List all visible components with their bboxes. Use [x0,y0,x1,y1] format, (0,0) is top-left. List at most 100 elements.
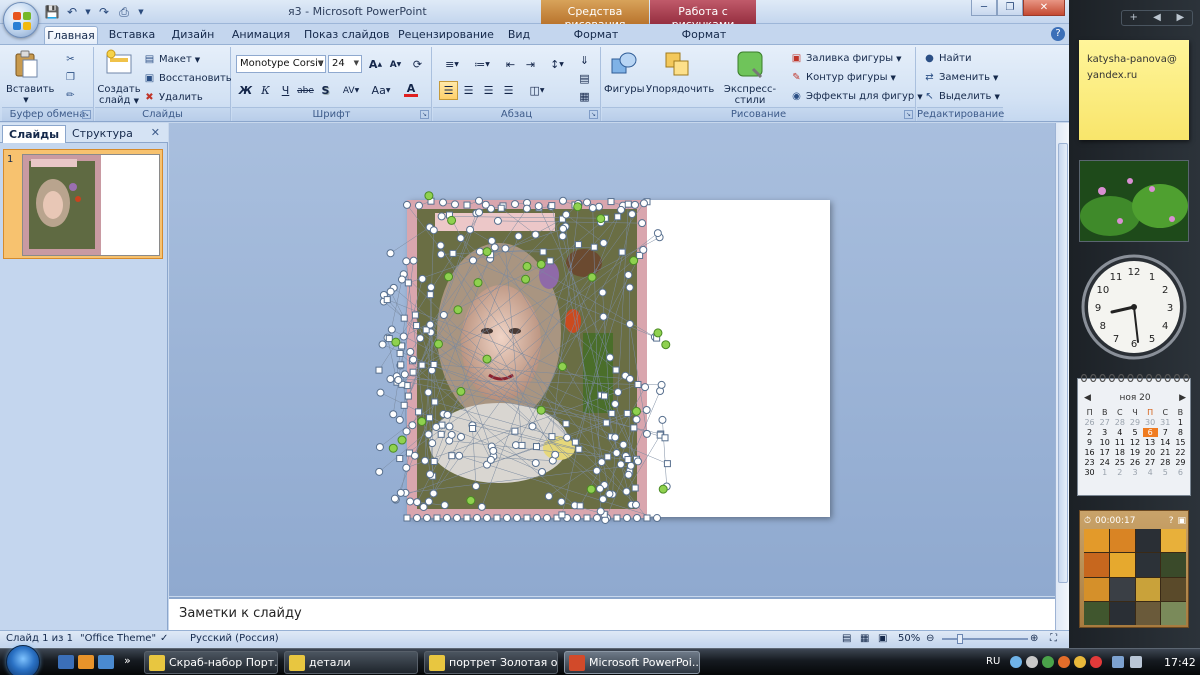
sticky-note-gadget[interactable]: katysha-panova@yandex.ru [1079,40,1189,140]
tab-animation[interactable]: Анимация [226,26,296,44]
zoom-slider[interactable] [942,638,1028,640]
vertical-scrollbar[interactable] [1055,123,1069,630]
calendar-day[interactable]: 30 [1082,468,1097,477]
puzzle-tile[interactable] [1109,553,1135,577]
sidebar-next-icon[interactable]: ▶ [1169,11,1192,25]
grow-font-icon[interactable]: A ▲ [366,55,385,74]
calendar-day[interactable]: 20 [1143,448,1158,457]
tab-home[interactable]: Главная [44,26,98,44]
calendar-day[interactable]: 27 [1143,458,1158,467]
decrease-indent-icon[interactable]: ⇤ [501,55,520,74]
calendar-day[interactable]: 2 [1112,468,1127,477]
puzzle-grid[interactable] [1084,529,1186,625]
puzzle-tile[interactable] [1084,529,1109,553]
tab-view[interactable]: Вид [502,26,536,44]
underline-button[interactable]: Ч [276,81,295,100]
clock-time[interactable]: 17:42 [1164,656,1196,669]
italic-button[interactable]: К [256,81,275,100]
puzzle-help-icon[interactable]: ? [1169,516,1174,526]
calendar-prev-icon[interactable]: ◀ [1084,393,1091,403]
find-button[interactable]: ● Найти [923,50,971,67]
input-language[interactable]: RU [986,656,1000,667]
task-portrait[interactable]: портрет Золотая о... [424,651,558,674]
task-details[interactable]: детали [284,651,418,674]
download-icon[interactable] [1042,656,1054,668]
calendar-day[interactable]: 5 [1127,428,1142,437]
select-button[interactable]: ↖ Выделить ▼ [923,88,1000,105]
save-icon[interactable]: 💾 [44,4,60,20]
puzzle-tile[interactable] [1109,577,1135,601]
task-powerpoint[interactable]: Microsoft PowerPoi... [564,651,700,674]
puzzle-tile[interactable] [1109,601,1135,625]
shapes-button[interactable]: Фигуры [604,49,645,95]
calendar-day[interactable]: 18 [1112,448,1127,457]
calendar-day[interactable]: 9 [1082,438,1097,447]
font-launcher-icon[interactable]: ↘ [420,110,429,119]
replace-button[interactable]: ⇄ Заменить ▼ [923,69,998,86]
increase-indent-icon[interactable]: ⇥ [521,55,540,74]
align-right-icon[interactable]: ☰ [479,81,498,100]
clear-format-icon[interactable]: ⟳ [408,55,427,74]
network-icon[interactable] [1010,656,1022,668]
puzzle-tile[interactable] [1135,529,1161,553]
calendar-next-icon[interactable]: ▶ [1179,393,1186,403]
calendar-day[interactable]: 14 [1158,438,1173,447]
tab-slides-panel[interactable]: Слайды [2,125,67,143]
zoom-in-icon[interactable]: ⊕ [1030,633,1038,644]
cloud-icon[interactable] [1026,656,1038,668]
font-size-combo[interactable]: 24 ▼ [328,55,362,73]
show-desktop-icon[interactable] [58,655,74,669]
calendar-day[interactable]: 4 [1143,468,1158,477]
start-button[interactable] [6,645,40,675]
calendar-day[interactable]: 17 [1097,448,1112,457]
align-center-icon[interactable]: ☰ [459,81,478,100]
puzzle-tile[interactable] [1161,553,1186,577]
language-status[interactable]: Русский (Россия) [190,633,279,644]
paragraph-launcher-icon[interactable]: ↘ [589,110,598,119]
calendar-day[interactable]: 28 [1112,418,1127,427]
undo-dropdown-icon[interactable]: ▼ [84,4,92,20]
minimize-icon[interactable]: ─ [971,0,997,16]
slide-thumbnail-item[interactable]: 1 [3,149,163,259]
zoom-out-icon[interactable]: ⊖ [926,633,934,644]
align-text-icon[interactable]: ▤ [575,69,594,88]
puzzle-tile[interactable] [1161,577,1186,601]
network-status-icon[interactable] [1112,656,1124,668]
puzzle-tile[interactable] [1161,529,1186,553]
calendar-day[interactable]: 25 [1112,458,1127,467]
fit-to-window-icon[interactable]: ⛶ [1050,633,1057,644]
shape-effects-button[interactable]: ◉ Эффекты для фигур ▼ [790,88,923,105]
add-gadget-icon[interactable]: + [1122,11,1145,25]
puzzle-tile[interactable] [1135,601,1161,625]
calendar-day[interactable]: 26 [1127,458,1142,467]
calendar-day[interactable]: 1 [1097,468,1112,477]
tab-slideshow[interactable]: Показ слайдов [304,26,390,44]
shrink-font-icon[interactable]: A ▼ [386,55,405,74]
weather-icon[interactable] [1074,656,1086,668]
calendar-day[interactable]: 15 [1173,438,1188,447]
font-name-combo[interactable]: Monotype Corsiv ▼ [236,55,326,73]
calendar-day[interactable]: 3 [1127,468,1142,477]
text-direction-icon[interactable]: ⇓ [575,51,594,70]
copy-icon[interactable]: ❐ [64,71,77,84]
quicklaunch-more-icon[interactable]: » [124,654,131,667]
calendar-day[interactable]: 22 [1173,448,1188,457]
calendar-day[interactable]: 12 [1127,438,1142,447]
tab-outline-panel[interactable]: Структура [66,125,139,143]
calendar-day[interactable]: 26 [1082,418,1097,427]
tab-format-drawing[interactable]: Формат [568,26,624,44]
calendar-day[interactable]: 4 [1112,428,1127,437]
help-icon[interactable]: ? [1051,27,1065,41]
calendar-day[interactable]: 5 [1158,468,1173,477]
calendar-day[interactable]: 16 [1082,448,1097,457]
shape-outline-button[interactable]: ✎ Контур фигуры ▼ [790,69,896,86]
bold-button[interactable]: Ж [236,81,255,100]
slide-sorter-icon[interactable]: ▦ [860,633,869,644]
format-painter-icon[interactable]: ✏ [64,89,77,102]
font-color-button[interactable]: A [398,81,424,100]
drawing-launcher-icon[interactable]: ↘ [904,110,913,119]
print-icon[interactable]: ⎙ [116,4,132,20]
shape-fill-button[interactable]: ▣ Заливка фигуры ▼ [790,50,902,67]
zoom-slider-thumb[interactable] [957,634,963,644]
character-spacing-button[interactable]: AV ▼ [338,81,364,100]
